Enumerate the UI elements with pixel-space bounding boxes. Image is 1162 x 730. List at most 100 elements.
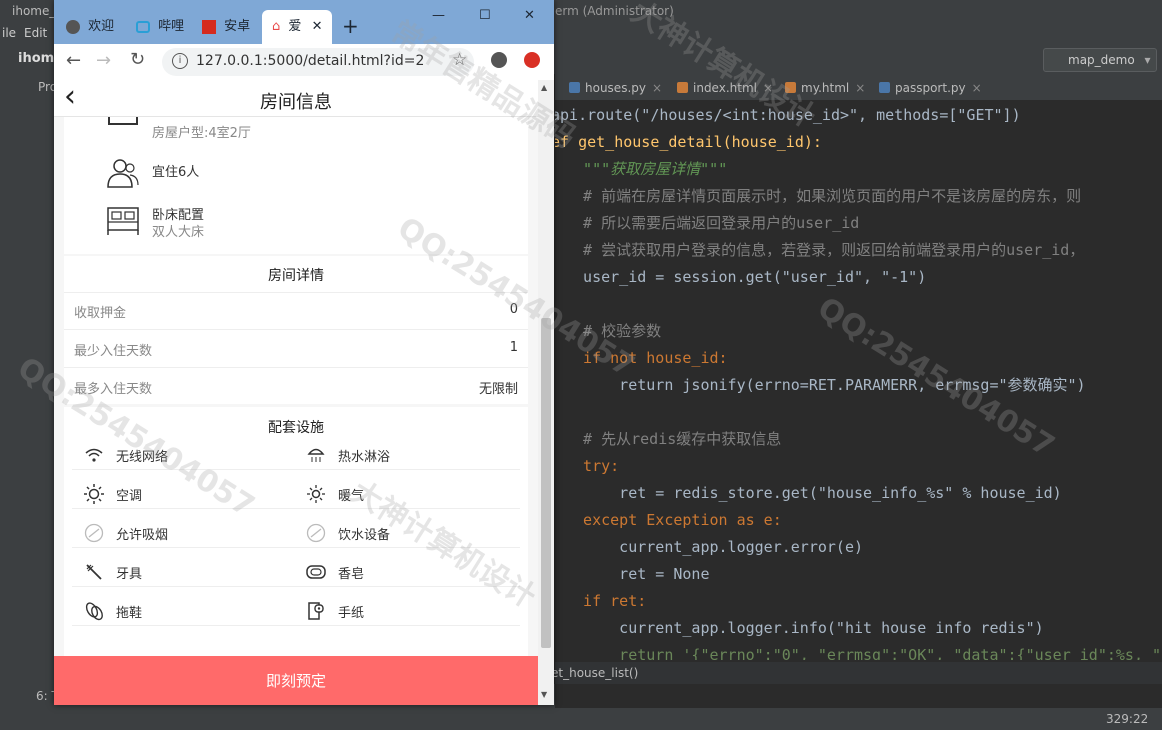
smoking-icon <box>84 523 104 543</box>
divider <box>72 586 520 587</box>
page-scrollbar[interactable]: ▲ ▼ <box>538 80 554 705</box>
code-line: current_app.logger.info("hit house info … <box>565 619 1044 637</box>
editor-breadcrumb[interactable]: et_house_list() <box>551 662 1162 684</box>
code-line: return jsonify(errno=RET.PARAMERR, errms… <box>565 376 1086 394</box>
run-config-label: map_demo <box>1068 53 1135 67</box>
toothbrush-icon <box>86 564 102 580</box>
book-now-button[interactable]: 即刻预定 <box>54 656 538 705</box>
code-line: # 先从redis缓存中获取信息 <box>565 430 782 448</box>
tab-passport-py[interactable]: passport.py × <box>877 77 982 99</box>
divider <box>72 547 520 548</box>
code-line: ret = None <box>565 565 710 583</box>
browser-toolbar: ← → ↻ i 127.0.0.1:5000/detail.html?id=2 … <box>54 44 554 81</box>
close-icon[interactable]: × <box>763 81 773 95</box>
forward-arrow-icon[interactable]: → <box>96 50 111 71</box>
menu-edit[interactable]: Edit <box>24 26 47 40</box>
deposit-value: 0 <box>509 302 518 317</box>
room-details-card: 房间详情 收取押金 0 最少入住天数 1 最多入住天数 无限制 <box>64 256 528 404</box>
browser-tab[interactable]: 欢迎 <box>66 10 124 44</box>
python-file-icon <box>879 82 890 93</box>
new-tab-button[interactable]: + <box>342 14 359 38</box>
max-days-value: 无限制 <box>478 382 518 397</box>
extension-icon[interactable] <box>524 52 540 68</box>
tab-index-html[interactable]: index.html × <box>675 77 773 99</box>
minimize-button[interactable]: — <box>432 8 445 23</box>
water-icon <box>306 523 326 543</box>
app-header: ‹ 房间信息 <box>54 80 538 117</box>
code-line: user_id = session.get("user_id", "-1") <box>565 268 927 286</box>
capacity-text: 宜住6人 <box>152 165 200 180</box>
deposit-label: 收取押金 <box>74 306 127 321</box>
url-text[interactable]: 127.0.0.1:5000/detail.html?id=2 <box>196 53 424 69</box>
site-icon <box>202 19 216 34</box>
html-file-icon <box>677 82 688 93</box>
browser-tab-active[interactable]: ⌂ 爱 ✕ <box>262 10 332 44</box>
sun-icon <box>84 484 104 504</box>
users-icon <box>107 159 139 188</box>
python-file-icon <box>569 82 580 93</box>
info-icon[interactable]: i <box>172 53 188 69</box>
close-icon[interactable]: × <box>855 81 865 95</box>
close-icon[interactable]: × <box>972 81 982 95</box>
run-config-selector[interactable]: map_demo ▾ <box>1043 48 1157 72</box>
page-title: 房间信息 <box>260 92 332 113</box>
ide-left-panel: Pro <box>0 74 57 710</box>
code-line: try: <box>565 457 620 475</box>
close-window-button[interactable]: ✕ <box>524 8 535 23</box>
facility-wifi: 无线网络 <box>116 450 169 465</box>
house-icon <box>108 117 138 125</box>
globe-icon <box>66 19 80 34</box>
browser-tab-bar: 欢迎 哔哩 安卓 ⌂ 爱 ✕ + — ☐ ✕ <box>54 0 554 44</box>
ide-editor-tabs: houses.py × index.html × my.html × passport… <box>555 74 1162 100</box>
code-line: ef get_house_detail(house_id): <box>555 133 822 151</box>
code-line: # 前端在房屋详情页面展示时，如果浏览页面的用户不是该房屋的房东，则 <box>565 187 1082 205</box>
tab-my-html[interactable]: my.html × <box>783 77 865 99</box>
profile-avatar-icon[interactable] <box>491 52 507 68</box>
browser-window: 欢迎 哔哩 安卓 ⌂ 爱 ✕ + — ☐ ✕ ← → ↻ i 127.0.0.1… <box>54 0 554 705</box>
house-type: 房屋户型:4室2厅 <box>152 126 251 141</box>
soap-icon <box>306 565 326 579</box>
back-arrow-icon[interactable]: ← <box>66 50 81 71</box>
web-page: ‹ 房间信息 房屋户型:4室2厅 宜住6人 卧床配置 双人大床 房间详情 收取押… <box>54 80 554 705</box>
facility-heater: 暖气 <box>338 489 365 504</box>
maximize-button[interactable]: ☐ <box>479 8 491 23</box>
cursor-position[interactable]: 329:22 <box>1106 708 1148 730</box>
chevron-down-icon: ▾ <box>1144 53 1151 67</box>
bookmark-star-icon[interactable]: ☆ <box>452 50 467 70</box>
close-icon[interactable]: × <box>652 81 662 95</box>
code-line: # 所以需要后端返回登录用户的user_id <box>565 214 860 232</box>
code-line: """获取房屋详情""" <box>565 160 728 178</box>
menu-file[interactable]: ile <box>2 26 16 40</box>
scroll-up-icon[interactable]: ▲ <box>541 83 547 92</box>
detail-content[interactable]: 房屋户型:4室2厅 宜住6人 卧床配置 双人大床 房间详情 收取押金 0 最少入… <box>54 117 538 705</box>
reload-icon[interactable]: ↻ <box>130 49 145 70</box>
facility-water: 饮水设备 <box>338 528 391 543</box>
code-line: if not house_id: <box>565 349 728 367</box>
facility-tissue: 手纸 <box>338 606 365 621</box>
scroll-thumb[interactable] <box>541 318 551 648</box>
divider <box>64 367 528 368</box>
facility-smoking: 允许吸烟 <box>116 528 169 543</box>
tissue-icon <box>308 602 324 620</box>
bed-value: 双人大床 <box>152 225 205 240</box>
divider <box>72 469 520 470</box>
facility-slippers: 拖鞋 <box>116 606 143 621</box>
facility-toothbrush: 牙具 <box>116 567 143 582</box>
house-info-card: 房屋户型:4室2厅 宜住6人 卧床配置 双人大床 <box>64 117 528 254</box>
divider <box>72 625 520 626</box>
tab-houses-py[interactable]: houses.py × <box>567 77 662 99</box>
close-tab-icon[interactable]: ✕ <box>312 19 323 34</box>
browser-tab[interactable]: 哔哩 <box>136 10 196 44</box>
code-editor[interactable]: api.route("/houses/<int:house_id>", meth… <box>555 100 1162 660</box>
facility-soap: 香皂 <box>338 567 365 582</box>
browser-tab[interactable]: 安卓 <box>202 10 262 44</box>
min-days-value: 1 <box>509 340 518 355</box>
address-bar[interactable]: i 127.0.0.1:5000/detail.html?id=2 <box>162 48 474 76</box>
heater-icon <box>307 485 325 503</box>
scroll-down-icon[interactable]: ▼ <box>541 690 547 699</box>
max-days-label: 最多入住天数 <box>74 382 153 397</box>
bilibili-icon <box>136 20 150 33</box>
code-line: if ret: <box>565 592 647 610</box>
code-line: current_app.logger.error(e) <box>565 538 864 556</box>
code-line: return '{"errno":"0", "errmsg":"OK", "da… <box>565 646 1162 660</box>
